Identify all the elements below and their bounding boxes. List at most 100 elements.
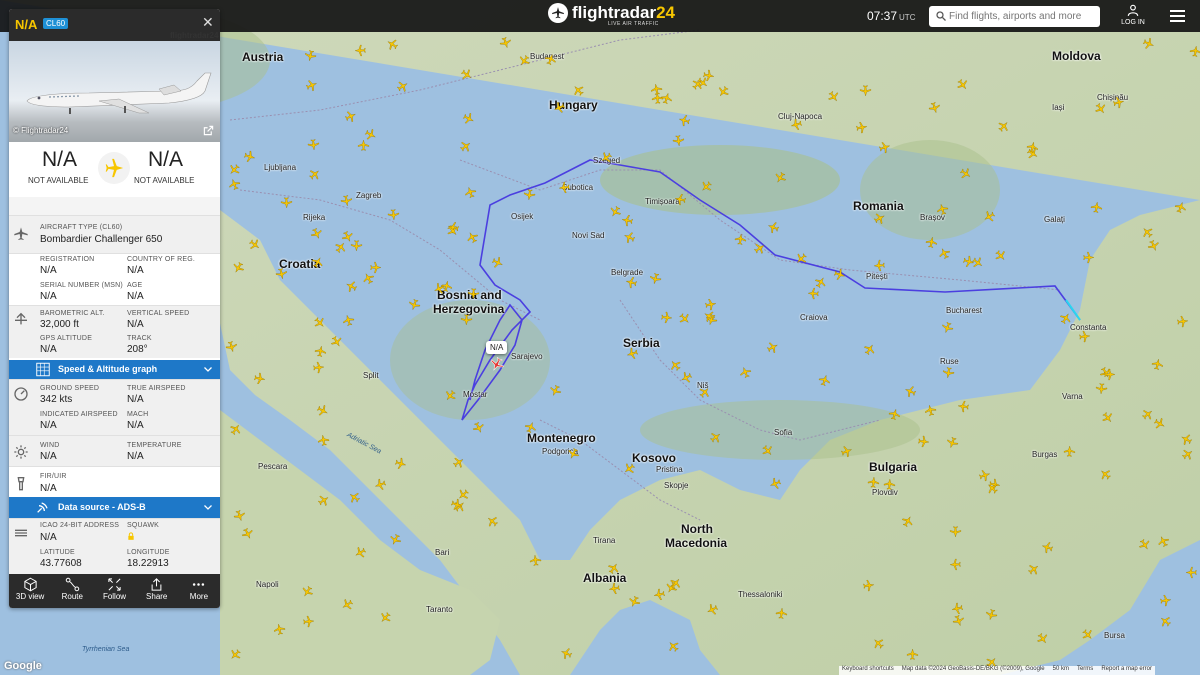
aircraft-marker[interactable] [1094,102,1107,115]
aircraft-marker[interactable] [609,205,622,218]
aircraft-marker[interactable] [232,261,245,274]
aircraft-marker[interactable] [341,230,354,243]
aircraft-marker[interactable] [1063,445,1076,458]
aircraft-marker[interactable] [957,400,970,413]
aircraft-marker[interactable] [518,54,531,67]
aircraft-marker[interactable] [275,267,288,280]
aircraft-marker[interactable] [308,168,321,181]
aircraft-marker[interactable] [867,476,880,489]
aircraft-marker[interactable] [486,515,499,528]
aircraft-marker[interactable] [233,509,246,522]
aircraft-marker[interactable] [1159,594,1172,607]
aircraft-marker[interactable] [936,203,949,216]
aircraft-marker[interactable] [1180,433,1193,446]
aircraft-marker[interactable] [1176,315,1189,328]
aircraft-marker[interactable] [374,478,387,491]
aircraft-marker[interactable] [1112,96,1125,109]
aircraft-marker[interactable] [608,582,621,595]
aircraft-marker[interactable] [1103,368,1116,381]
aircraft-marker[interactable] [790,118,803,131]
aircraft-marker[interactable] [706,603,719,616]
aircraft-marker[interactable] [691,78,704,91]
aircraft-marker[interactable] [444,389,457,402]
aircraft-marker[interactable] [949,558,962,571]
aircraft-marker[interactable] [986,482,999,495]
aircraft-marker[interactable] [386,38,399,51]
aircraft-marker[interactable] [1081,628,1094,641]
aircraft-marker[interactable] [862,579,875,592]
report-error-link[interactable]: Report a map error [1101,666,1152,675]
selected-flight-tag[interactable]: N/A [486,341,508,354]
aircraft-marker[interactable] [734,233,747,246]
aircraft-marker[interactable] [1026,147,1039,160]
aircraft-marker[interactable] [307,138,320,151]
aircraft-marker[interactable] [928,101,941,114]
aircraft-marker[interactable] [1041,541,1054,554]
aircraft-marker[interactable] [739,366,752,379]
aircraft-marker[interactable] [872,637,885,650]
origin-code[interactable]: N/A [42,148,77,172]
aircraft-marker[interactable] [1141,408,1154,421]
aircraft-marker[interactable] [462,112,475,125]
aircraft-marker[interactable] [827,90,840,103]
aircraft-marker[interactable] [1090,201,1103,214]
aircraft-marker[interactable] [600,151,613,164]
aircraft-marker[interactable] [878,141,891,154]
aircraft-marker[interactable] [859,84,872,97]
aircraft-marker[interactable] [888,408,901,421]
aircraft-marker[interactable] [906,648,919,661]
aircraft-marker[interactable] [709,431,722,444]
aircraft-marker[interactable] [558,181,571,194]
aircraft-marker[interactable] [753,242,766,255]
aircraft-marker[interactable] [460,68,473,81]
share-button[interactable]: Share [136,574,178,608]
aircraft-marker[interactable] [705,313,718,326]
aircraft-marker[interactable] [459,140,472,153]
aircraft-marker[interactable] [700,180,713,193]
aircraft-marker[interactable] [621,214,634,227]
aircraft-marker[interactable] [491,256,504,269]
aircraft-marker[interactable] [460,313,473,326]
aircraft-marker[interactable] [524,421,537,434]
aircraft-marker[interactable] [302,615,315,628]
aircraft-marker[interactable] [978,469,991,482]
aircraft-marker[interactable] [379,611,392,624]
aircraft-marker[interactable] [952,614,965,627]
aircraft-marker[interactable] [1095,382,1108,395]
brand-logo[interactable]: flightradar24 [548,3,675,23]
keyboard-shortcuts-link[interactable]: Keyboard shortcuts [842,666,894,675]
aircraft-marker[interactable] [301,585,314,598]
aircraft-marker[interactable] [863,343,876,356]
aircraft-marker[interactable] [317,494,330,507]
aircraft-marker[interactable] [228,178,241,191]
aircraft-marker[interactable] [941,321,954,334]
aircraft-marker[interactable] [1151,358,1164,371]
aircraft-marker[interactable] [341,598,354,611]
terms-link[interactable]: Terms [1077,666,1093,675]
aircraft-marker[interactable] [310,227,323,240]
aircraft-marker[interactable] [678,312,691,325]
aircraft-marker[interactable] [446,224,459,237]
search-box[interactable] [929,6,1100,27]
aircraft-marker[interactable] [572,84,585,97]
aircraft-marker[interactable] [457,488,470,501]
aircraft-marker[interactable] [387,208,400,221]
aircraft-marker[interactable] [833,268,846,281]
aircraft-marker[interactable] [466,231,479,244]
aircraft-marker[interactable] [1138,538,1151,551]
follow-button[interactable]: Follow [93,574,135,608]
menu-icon[interactable] [1170,10,1185,22]
aircraft-marker[interactable] [313,316,326,329]
aircraft-marker[interactable] [467,287,480,300]
aircraft-marker[interactable] [348,491,361,504]
aircraft-marker[interactable] [549,384,562,397]
aircraft-marker[interactable] [1159,615,1172,628]
aircraft-marker[interactable] [394,457,407,470]
aircraft-marker[interactable] [883,478,896,491]
aircraft-marker[interactable] [623,462,636,475]
aircraft-marker[interactable] [660,311,673,324]
aircraft-marker[interactable] [775,607,788,620]
aircraft-marker[interactable] [873,212,886,225]
aircraft-marker[interactable] [354,44,367,57]
aircraft-marker[interactable] [653,588,666,601]
